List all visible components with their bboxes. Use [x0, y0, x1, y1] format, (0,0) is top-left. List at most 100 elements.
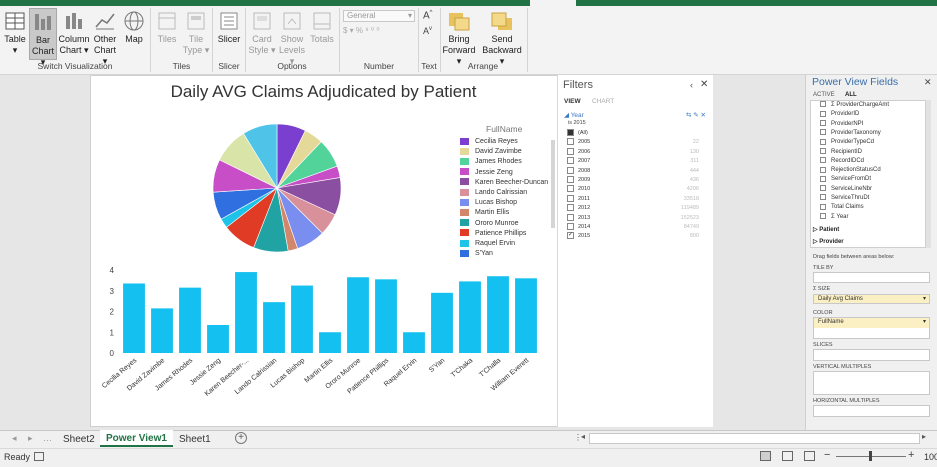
- checkbox[interactable]: [820, 194, 826, 201]
- field-item[interactable]: RecipientID: [820, 147, 862, 157]
- macro-record-icon[interactable]: [34, 452, 44, 461]
- scroll-right-icon[interactable]: ▸: [922, 432, 932, 444]
- checkbox[interactable]: [820, 110, 826, 117]
- bar[interactable]: [235, 272, 257, 353]
- tab-sheet2[interactable]: Sheet2: [57, 431, 101, 448]
- filter-item[interactable]: ✓ 2015 800: [567, 232, 707, 241]
- checkbox[interactable]: [820, 175, 826, 182]
- table-patient[interactable]: ▷ Patient: [813, 226, 839, 233]
- scroll-left-icon[interactable]: ◂: [578, 432, 588, 444]
- bar[interactable]: [403, 332, 425, 353]
- checkbox[interactable]: [567, 185, 574, 193]
- bar[interactable]: [431, 292, 453, 353]
- tab-view[interactable]: VIEW: [564, 98, 581, 105]
- field-item[interactable]: ProviderTypeCd: [820, 138, 874, 147]
- checkbox[interactable]: [820, 185, 826, 192]
- legend-item[interactable]: Ororo Munroe: [460, 219, 519, 229]
- field-item[interactable]: Total Claims: [820, 203, 864, 212]
- legend-item[interactable]: James Rhodes: [460, 157, 522, 167]
- well-tile-by[interactable]: [813, 272, 930, 283]
- checkbox[interactable]: [820, 157, 826, 164]
- normal-view-icon[interactable]: [760, 451, 771, 461]
- legend-item[interactable]: David Zavimbe: [460, 147, 522, 157]
- field-item[interactable]: ProviderTaxonomy: [820, 129, 881, 138]
- checkbox[interactable]: [820, 101, 826, 108]
- bar[interactable]: [375, 279, 397, 353]
- page-break-icon[interactable]: [804, 451, 815, 461]
- bar[interactable]: [487, 276, 509, 353]
- tab-chart[interactable]: CHART: [592, 98, 614, 105]
- filter-item[interactable]: 2005 22: [567, 138, 707, 147]
- totals-button[interactable]: Totals: [308, 8, 336, 60]
- field-item[interactable]: RecordIDCd: [820, 157, 864, 166]
- well-horizontal-multiples[interactable]: [813, 405, 930, 417]
- bring-forward-button[interactable]: Bring Forward ▾: [442, 8, 476, 66]
- checkbox[interactable]: [567, 194, 574, 202]
- zoom-out-icon[interactable]: −: [824, 449, 830, 461]
- slicer-button[interactable]: Slicer: [215, 8, 243, 60]
- tiles-button[interactable]: Tiles: [153, 8, 181, 60]
- bar[interactable]: [459, 281, 481, 353]
- legend-scrollbar[interactable]: [551, 140, 555, 228]
- legend-item[interactable]: Karen Beecher-Duncan: [460, 178, 548, 188]
- tab-all[interactable]: ALL: [845, 92, 857, 98]
- filter-item[interactable]: 2014 84749: [567, 223, 707, 232]
- field-item[interactable]: ProviderID: [820, 110, 859, 119]
- close-icon[interactable]: ✕: [700, 79, 708, 90]
- checkbox[interactable]: [567, 213, 574, 221]
- zoom-level[interactable]: 100: [924, 452, 937, 462]
- field-item[interactable]: ServiceThruDt: [820, 194, 869, 203]
- checkbox[interactable]: [567, 223, 574, 231]
- field-list-scrollbar[interactable]: [926, 100, 931, 248]
- checkbox[interactable]: [567, 129, 574, 137]
- bar-chart[interactable]: 01234Cecilia ReyesDavid ZavimbeJames Rho…: [96, 262, 548, 422]
- tab-scroll-right-icon[interactable]: ▸: [28, 433, 33, 444]
- checkbox[interactable]: [567, 176, 574, 184]
- legend-item[interactable]: S'Yan: [460, 249, 493, 259]
- page-title[interactable]: Daily AVG Claims Adjudicated by Patient: [90, 82, 557, 102]
- column-chart-button[interactable]: Column Chart ▾: [58, 8, 90, 60]
- add-sheet-icon[interactable]: +: [235, 432, 247, 444]
- tab-power-view1[interactable]: Power View1: [100, 430, 173, 447]
- legend-item[interactable]: Lucas Bishop: [460, 198, 517, 208]
- decrease-font-icon[interactable]: Av: [423, 26, 432, 36]
- other-chart-button[interactable]: Other Chart ▾: [91, 8, 119, 66]
- tab-active[interactable]: ACTIVE: [813, 92, 835, 98]
- bar[interactable]: [123, 283, 145, 353]
- checkbox[interactable]: [820, 129, 826, 136]
- checkbox[interactable]: [567, 204, 574, 212]
- legend-item[interactable]: Martin Ellis: [460, 208, 509, 218]
- filter-item[interactable]: 2010 4206: [567, 185, 707, 194]
- well-vertical-multiples[interactable]: [813, 371, 930, 395]
- zoom-in-icon[interactable]: +: [908, 449, 914, 461]
- checkbox[interactable]: [820, 138, 826, 145]
- filter-item[interactable]: (All): [567, 129, 707, 138]
- bar[interactable]: [151, 308, 173, 353]
- bar[interactable]: [347, 277, 369, 353]
- ellipsis-icon[interactable]: …: [43, 433, 52, 443]
- checkbox[interactable]: [820, 120, 826, 127]
- zoom-slider-thumb[interactable]: [869, 451, 872, 461]
- checkbox[interactable]: [820, 213, 826, 220]
- checkbox[interactable]: [820, 166, 826, 173]
- number-format-glyphs[interactable]: $ ▾ % ⁹ ⁰ ⁰: [343, 26, 415, 35]
- field-item[interactable]: ProviderNPI: [820, 120, 863, 129]
- collapse-icon[interactable]: ‹: [690, 80, 693, 90]
- bar[interactable]: [319, 332, 341, 353]
- field-item[interactable]: Σ ProviderChargeAmt: [820, 101, 889, 110]
- well-color-field[interactable]: FullName ▾: [814, 318, 929, 328]
- horizontal-scrollbar[interactable]: [589, 433, 920, 444]
- table-button[interactable]: Table ▾: [2, 8, 28, 60]
- tab-sheet1[interactable]: Sheet1: [173, 431, 217, 448]
- card-style-button[interactable]: Card Style ▾: [248, 8, 276, 60]
- filter-item[interactable]: 2012 119489: [567, 204, 707, 213]
- filter-item[interactable]: 2009 436: [567, 176, 707, 185]
- well-color[interactable]: FullName ▾: [813, 317, 930, 339]
- send-backward-button[interactable]: Send Backward ▾: [480, 8, 524, 66]
- legend-item[interactable]: Patience Phillips: [460, 229, 526, 239]
- bar[interactable]: [179, 287, 201, 353]
- page-layout-icon[interactable]: [782, 451, 793, 461]
- checkbox[interactable]: [820, 203, 826, 210]
- well-slices[interactable]: [813, 349, 930, 361]
- field-item[interactable]: Σ Year: [820, 213, 849, 222]
